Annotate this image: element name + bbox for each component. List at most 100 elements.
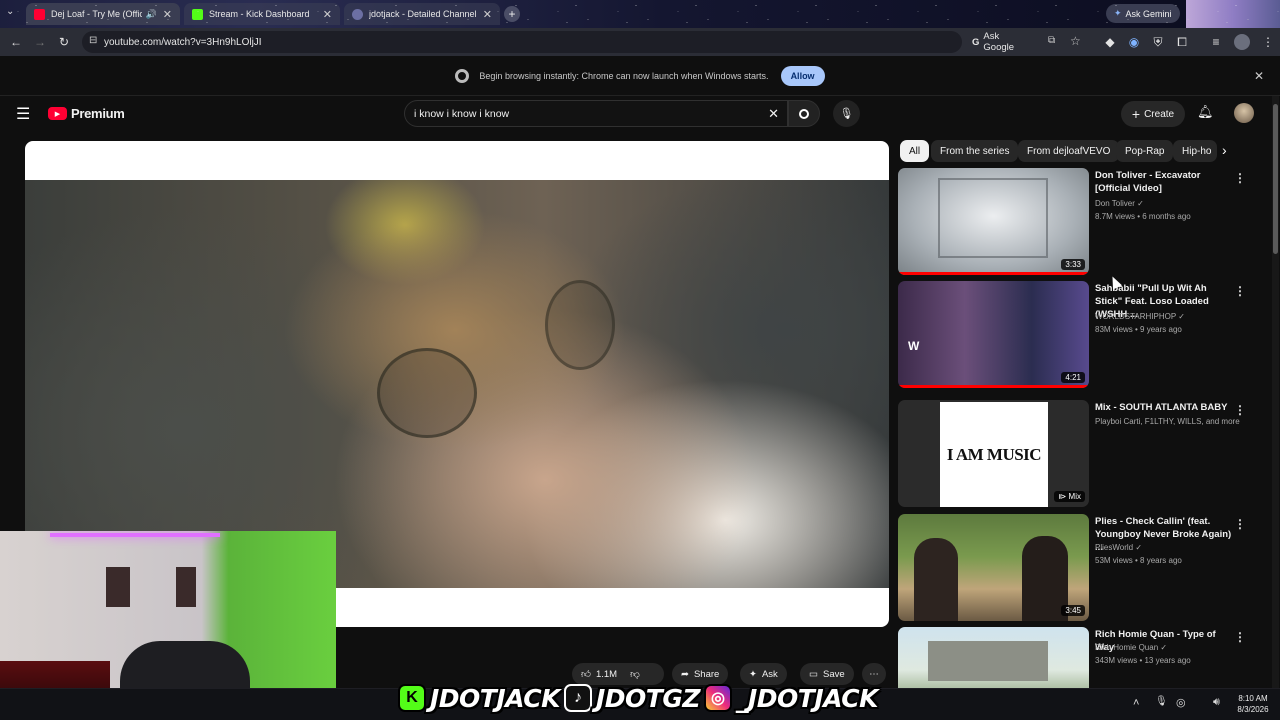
- speaker-icon[interactable]: 🔊: [146, 9, 157, 20]
- chip-from-the-series[interactable]: From the series: [931, 140, 1019, 162]
- rec-more-icon[interactable]: ⋮: [1234, 403, 1246, 417]
- site-info-icon[interactable]: ⊟: [89, 35, 97, 46]
- new-tab-button[interactable]: +: [504, 6, 520, 22]
- rec-title[interactable]: Don Toliver - Excavator [Official Video]: [1095, 169, 1235, 195]
- rec-thumbnail[interactable]: W 4:21: [898, 281, 1089, 388]
- rec-thumbnail[interactable]: 3:33: [898, 168, 1089, 275]
- tab-search-icon[interactable]: ⌄: [6, 6, 20, 20]
- create-button[interactable]: + Create: [1121, 101, 1185, 127]
- search-input[interactable]: i know i know i know: [414, 108, 509, 120]
- tab-close-icon[interactable]: ✕: [483, 8, 492, 21]
- browser-tab-strip: ⌄ Dej Loaf - Try Me (Official 🔊 ✕ Stream…: [0, 0, 1280, 28]
- browser-toolbar: ← → ↻ ⊟ youtube.com/watch?v=3Hn9hLOljJI …: [0, 28, 1280, 56]
- led-strip: [50, 533, 220, 537]
- sunglasses-lens: [545, 280, 615, 370]
- guide-menu-icon[interactable]: ☰: [16, 104, 30, 124]
- chip-all[interactable]: All: [900, 140, 930, 162]
- notifications-bell-icon[interactable]: 🔔︎: [1197, 104, 1214, 120]
- tray-network-icon[interactable]: ◎: [1176, 696, 1186, 709]
- extensions-puzzle-icon[interactable]: ⧠: [1170, 30, 1194, 54]
- verified-check-icon: ✓: [1160, 643, 1168, 652]
- album-cover-text: I AM MUSIC: [946, 444, 1042, 464]
- rec-item[interactable]: W 4:21 Sahbabii "Pull Up Wit Ah Stick" F…: [898, 281, 1268, 391]
- tab-youtube[interactable]: Dej Loaf - Try Me (Official 🔊 ✕: [26, 3, 180, 25]
- thumb-person: [914, 538, 958, 621]
- install-app-icon[interactable]: ⧉: [1048, 35, 1055, 46]
- gemini-sparkle-icon: ✦: [1114, 8, 1122, 18]
- profile-avatar[interactable]: [1234, 34, 1250, 50]
- wshh-logo-icon: W: [908, 339, 920, 353]
- tab-channel[interactable]: jdotjack - Detailed Channel Vie ✕: [344, 3, 500, 25]
- chip-pop-rap[interactable]: Pop-Rap: [1116, 140, 1174, 162]
- rec-thumbnail[interactable]: 3:45: [898, 514, 1089, 621]
- rec-channel[interactable]: Rich Homie Quan ✓: [1095, 643, 1167, 652]
- chrome-menu-icon[interactable]: ⋮: [1256, 30, 1280, 54]
- rec-item[interactable]: Rich Homie Quan - Type of Way Rich Homie…: [898, 627, 1268, 688]
- tab-kick[interactable]: Stream - Kick Dashboard ✕: [184, 3, 340, 25]
- rec-more-icon[interactable]: ⋮: [1234, 284, 1246, 298]
- rec-more-icon[interactable]: ⋮: [1234, 630, 1246, 644]
- tray-mic-icon[interactable]: 🎙: [1155, 696, 1168, 707]
- allow-button[interactable]: Allow: [780, 65, 825, 86]
- rec-thumbnail[interactable]: I AM MUSIC ⧐ Mix: [898, 400, 1089, 507]
- google-lens-icon: G: [972, 36, 980, 48]
- extension-shield-icon[interactable]: ⛨: [1146, 30, 1170, 54]
- rec-item[interactable]: 3:45 Plies - Check Callin' (feat. Youngb…: [898, 514, 1268, 624]
- bookmark-star-icon[interactable]: ☆: [1070, 34, 1081, 48]
- voice-search-button[interactable]: 🎙: [833, 100, 860, 127]
- tab-close-icon[interactable]: ✕: [323, 8, 332, 21]
- wall-frame: [176, 567, 196, 607]
- infobar-close-icon[interactable]: ✕: [1254, 69, 1264, 83]
- scrollbar-thumb[interactable]: [1273, 104, 1278, 254]
- tray-clock[interactable]: 8:10 AM 8/3/2026: [1232, 693, 1274, 715]
- mix-badge: ⧐ Mix: [1054, 491, 1085, 502]
- rec-more-icon[interactable]: ⋮: [1234, 171, 1246, 185]
- tray-chevron-icon[interactable]: ˄: [1133, 697, 1139, 709]
- verified-check-icon: ✓: [1137, 199, 1144, 208]
- address-bar[interactable]: ⊟ youtube.com/watch?v=3Hn9hLOljJI G Ask …: [82, 31, 1081, 53]
- wall-frame: [106, 567, 130, 607]
- rec-more-icon[interactable]: ⋮: [1234, 517, 1246, 531]
- tab-close-icon[interactable]: ✕: [163, 8, 172, 21]
- chip-from-dejloafvevo[interactable]: From dejloafVEVO: [1018, 140, 1120, 162]
- rec-meta: 53M views • 8 years ago: [1095, 556, 1182, 565]
- back-icon[interactable]: ←: [4, 30, 28, 54]
- page-scrollbar[interactable]: [1272, 96, 1279, 688]
- forward-icon[interactable]: →: [28, 30, 52, 54]
- extension-1-icon[interactable]: ◆: [1098, 30, 1122, 54]
- mix-label: Mix: [1068, 492, 1081, 501]
- instagram-handle: _JDOTJACK: [735, 683, 878, 713]
- ask-google-button[interactable]: G Ask Google: [972, 31, 1014, 53]
- rec-title[interactable]: Mix - SOUTH ATLANTA BABY: [1095, 401, 1235, 414]
- rec-thumbnail[interactable]: [898, 627, 1089, 688]
- reading-list-icon[interactable]: ≡: [1204, 30, 1228, 54]
- verified-check-icon: ✓: [1135, 543, 1143, 552]
- search-box[interactable]: i know i know i know ✕: [404, 100, 788, 127]
- stream-socials-overlay: K JDOTJACK ♪ JDOTGZ ◎ _JDOTJACK: [398, 678, 884, 718]
- rec-channel[interactable]: PliesWorld ✓: [1095, 543, 1142, 552]
- chrome-infobar: Begin browsing instantly: Chrome can now…: [0, 56, 1280, 96]
- chips-next-icon[interactable]: ›: [1222, 142, 1227, 158]
- rec-channel[interactable]: WORLDSTARHIPHOP ✓: [1095, 312, 1185, 321]
- globe-favicon-icon: [352, 8, 363, 20]
- kick-logo-icon: K: [398, 684, 426, 712]
- rec-item[interactable]: 3:33 Don Toliver - Excavator [Official V…: [898, 168, 1268, 278]
- youtube-favicon-icon: [34, 8, 45, 20]
- chip-hip-hop[interactable]: Hip-ho: [1173, 140, 1217, 162]
- rec-channel-name: Don Toliver: [1095, 199, 1135, 208]
- clear-search-icon[interactable]: ✕: [768, 106, 779, 122]
- extension-2-icon[interactable]: ◉: [1122, 30, 1146, 54]
- rec-item[interactable]: I AM MUSIC ⧐ Mix Mix - SOUTH ATLANTA BAB…: [898, 400, 1268, 510]
- account-avatar[interactable]: [1234, 103, 1254, 123]
- rec-duration: 4:21: [1061, 372, 1085, 383]
- video-frame: [25, 180, 889, 588]
- ask-gemini-button[interactable]: ✦ Ask Gemini: [1106, 4, 1180, 23]
- youtube-logo[interactable]: ▶ Premium: [48, 106, 125, 121]
- reload-icon[interactable]: ↻: [52, 30, 76, 54]
- rec-duration: 3:45: [1061, 605, 1085, 616]
- rec-channel[interactable]: Playboi Carti, F1LTHY, WILLS, and more: [1095, 417, 1255, 426]
- mix-icon: ⧐: [1058, 492, 1069, 501]
- search-button[interactable]: [788, 100, 820, 127]
- tray-volume-icon[interactable]: 🔊︎: [1213, 696, 1220, 709]
- rec-channel[interactable]: Don Toliver ✓: [1095, 199, 1144, 208]
